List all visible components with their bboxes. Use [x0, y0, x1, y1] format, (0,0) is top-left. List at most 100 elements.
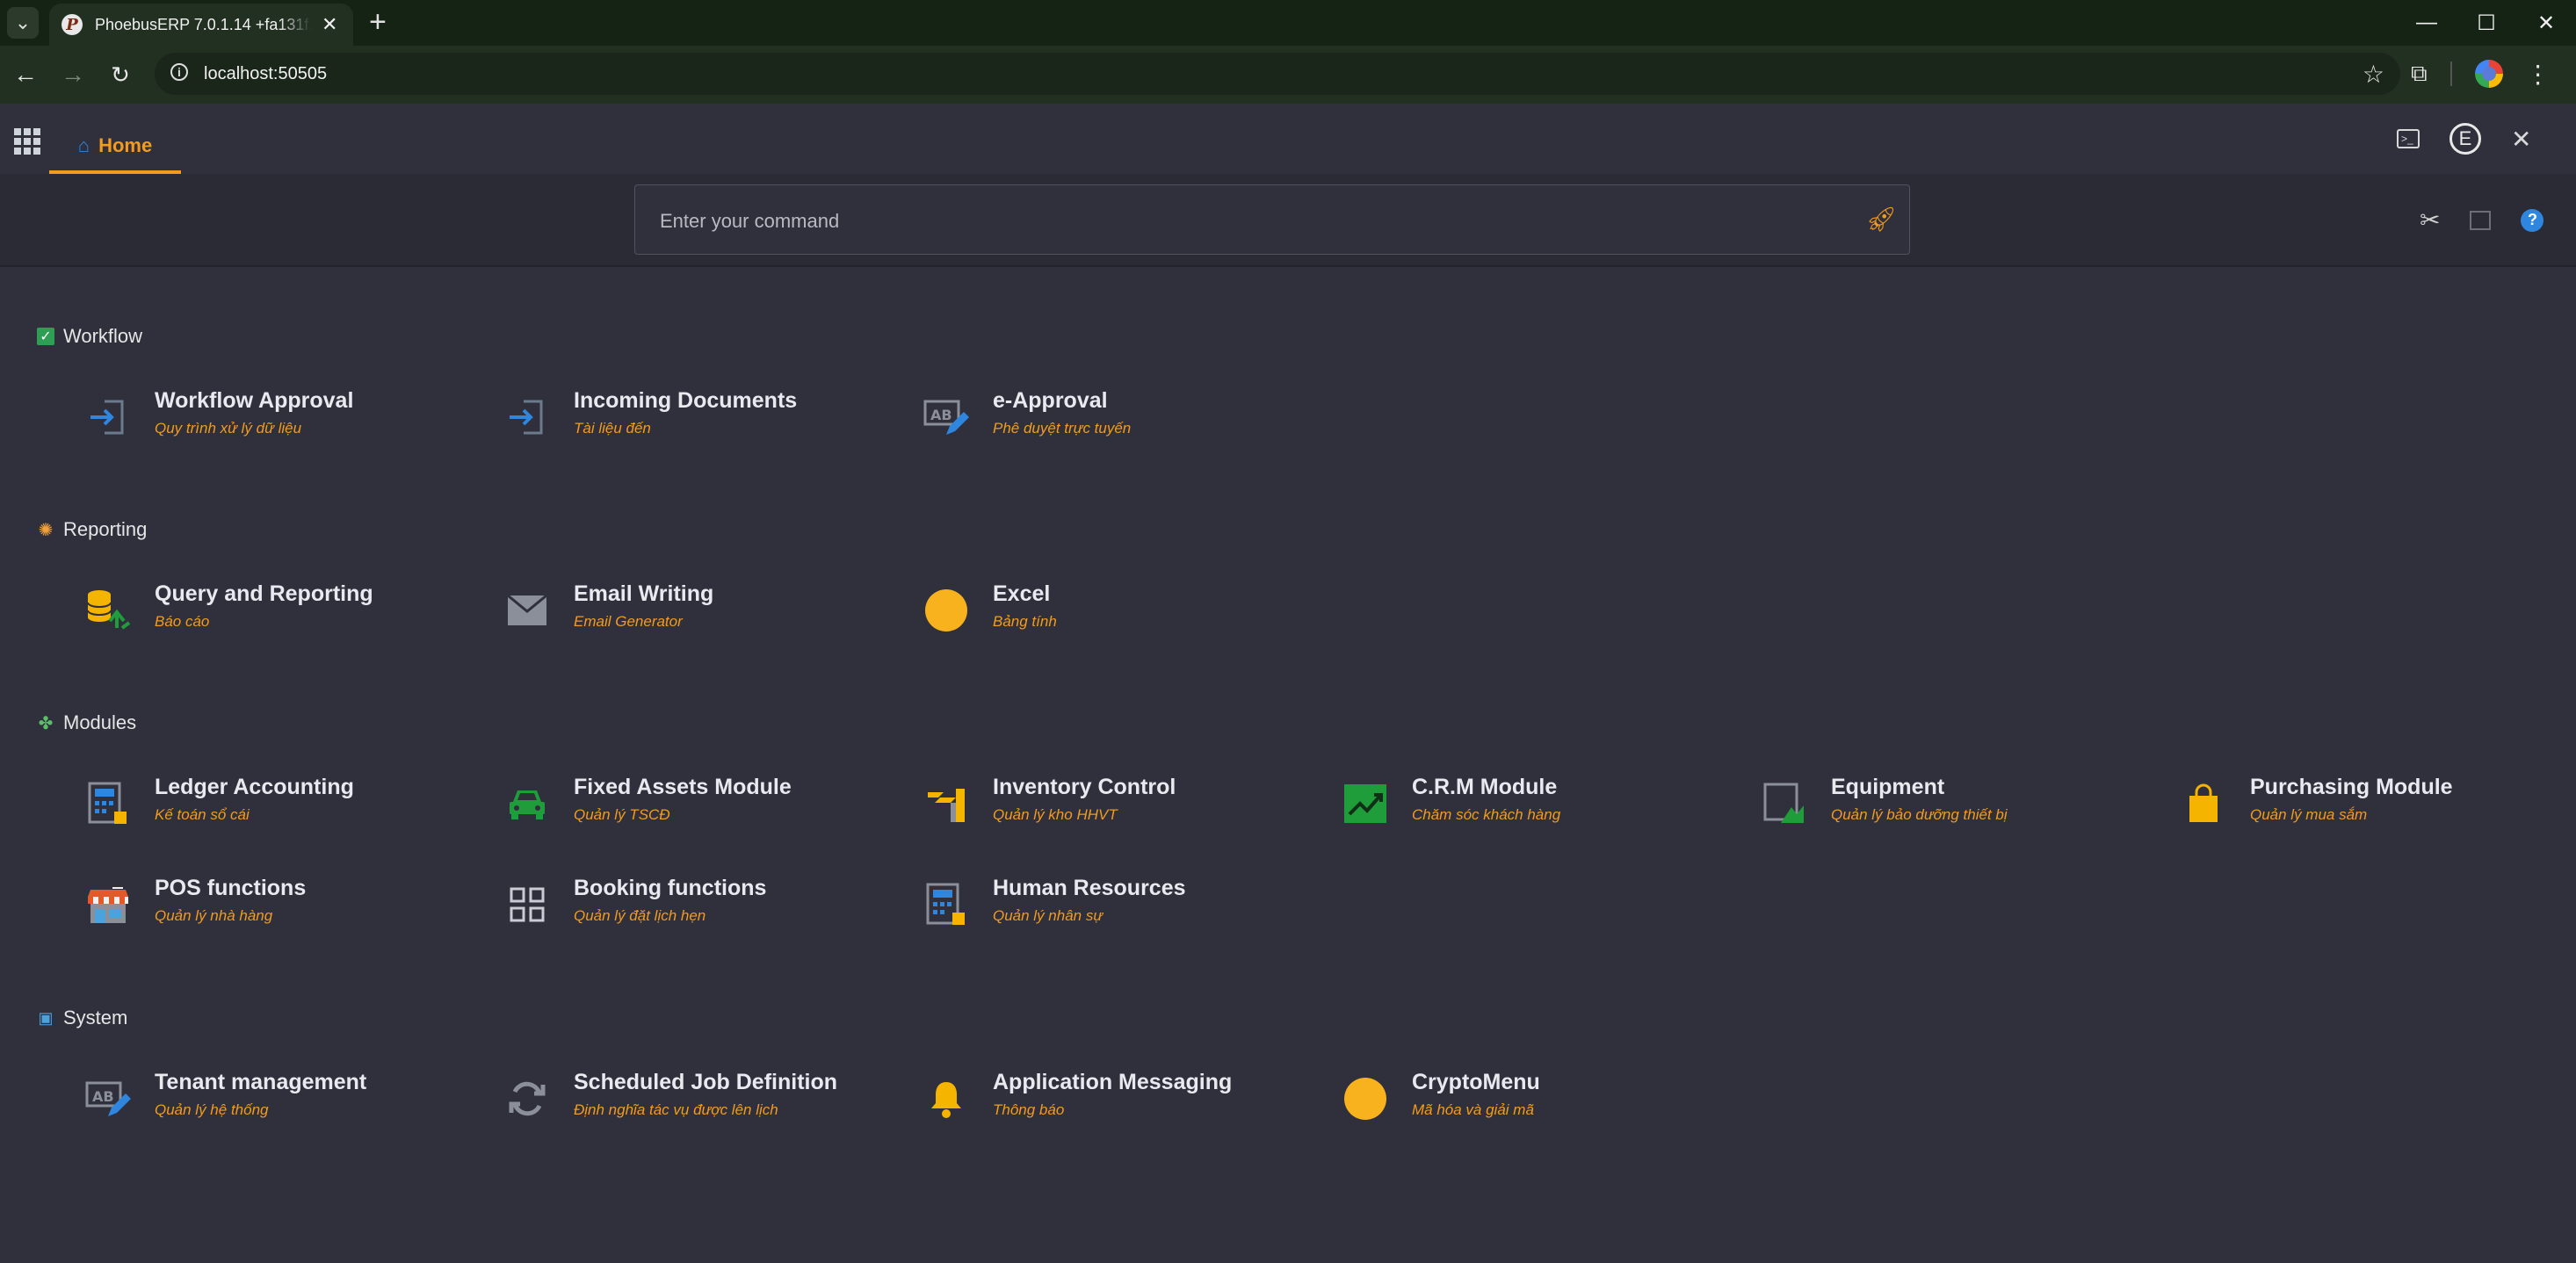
item-name: Human Resources: [993, 876, 1186, 900]
section-reporting: ✺ Reporting: [37, 518, 148, 541]
new-tab-plus-icon[interactable]: +: [369, 5, 387, 40]
menu-item[interactable]: Query and Reporting Báo cáo: [84, 581, 488, 652]
store-icon[interactable]: [2470, 210, 2492, 230]
profile-avatar-icon[interactable]: [2474, 60, 2503, 88]
app-close-icon[interactable]: ✕: [2511, 125, 2531, 154]
item-name: Email Writing: [574, 581, 714, 606]
apps-grid-icon[interactable]: [14, 128, 40, 155]
sun-icon: ✺: [38, 520, 54, 540]
car-icon: [503, 780, 551, 827]
menu-item[interactable]: Workflow Approval Quy trình xử lý dữ liệ…: [84, 388, 488, 458]
menu-item[interactable]: Inventory Control Quản lý kho HHVT: [923, 775, 1327, 845]
ab-edit-icon: AB: [923, 393, 970, 441]
bookmark-star-icon[interactable]: ☆: [2363, 60, 2384, 89]
menu-item[interactable]: AB e-Approval Phê duyệt trực tuyến: [923, 388, 1327, 458]
circle-icon: [923, 587, 970, 634]
menu-item[interactable]: Application Messaging Thông báo: [923, 1070, 1327, 1140]
item-name: Ledger Accounting: [155, 775, 354, 799]
browser-tools: ⧉ ⋮: [2411, 53, 2551, 95]
calculator-icon: [923, 881, 970, 928]
tab-home[interactable]: ⌂ Home: [49, 121, 181, 174]
browser-tab[interactable]: P PhoebusERP 7.0.1.14 +fa131f24 ✕: [49, 4, 353, 46]
section-title: Modules: [63, 711, 137, 733]
section-workflow: ✓ Workflow: [37, 325, 142, 348]
menu-item[interactable]: AB Tenant management Quản lý hệ thống: [84, 1070, 488, 1140]
reload-icon[interactable]: ↻: [102, 56, 139, 93]
menu-item[interactable]: Incoming Documents Tài liệu đến: [503, 388, 908, 458]
refresh-icon: [503, 1075, 551, 1122]
user-avatar[interactable]: E: [2449, 123, 2481, 155]
item-subtitle: Quy trình xử lý dữ liệu: [155, 420, 302, 437]
item-subtitle: Quản lý bảo dưỡng thiết bị: [1831, 806, 2008, 823]
site-info-icon[interactable]: i: [170, 63, 188, 81]
ab-edit-icon: AB: [84, 1075, 132, 1122]
browser-menu-icon[interactable]: ⋮: [2526, 60, 2551, 89]
menu-item[interactable]: C.R.M Module Chăm sóc khách hàng: [1342, 775, 1746, 845]
item-subtitle: Quản lý đặt lịch hẹn: [574, 907, 706, 924]
menu-item[interactable]: Purchasing Module Quản lý mua sắm: [2180, 775, 2576, 845]
menu-item[interactable]: POS functions Quản lý nhà hàng: [84, 876, 488, 946]
address-bar[interactable]: i localhost:50505 ☆: [155, 53, 2400, 95]
extensions-puzzle-icon[interactable]: ⧉: [2411, 60, 2428, 88]
envelope-icon: [503, 587, 551, 634]
menu-item[interactable]: Email Writing Email Generator: [503, 581, 908, 652]
menu-item[interactable]: Excel Bảng tính: [923, 581, 1327, 652]
home-icon: ⌂: [77, 134, 90, 156]
item-subtitle: Email Generator: [574, 613, 683, 630]
window-controls: — ☐ ✕: [2397, 0, 2576, 46]
item-name: Excel: [993, 581, 1051, 606]
menu-item[interactable]: Ledger Accounting Kế toán sổ cái: [84, 775, 488, 845]
item-subtitle: Chăm sóc khách hàng: [1412, 806, 1561, 823]
minimize-icon[interactable]: —: [2397, 0, 2457, 46]
command-input[interactable]: Enter your command 🚀︎: [634, 184, 1910, 255]
item-subtitle: Mã hóa và giải mã: [1412, 1101, 1534, 1118]
browser-tab-title: PhoebusERP 7.0.1.14 +fa131f24: [95, 15, 311, 33]
menu-item[interactable]: Human Resources Quản lý nhân sự: [923, 876, 1327, 946]
item-subtitle: Phê duyệt trực tuyến: [993, 420, 1132, 437]
item-name: e-Approval: [993, 388, 1108, 413]
item-subtitle: Quản lý hệ thống: [155, 1101, 269, 1118]
bell-icon: [923, 1075, 970, 1122]
item-subtitle: Quản lý kho HHVT: [993, 806, 1118, 823]
monitor-icon: ▣: [38, 1008, 54, 1027]
circle-icon: [1342, 1075, 1389, 1122]
shop-icon: [84, 881, 132, 928]
url-text[interactable]: localhost:50505: [204, 64, 327, 84]
item-subtitle: Báo cáo: [155, 613, 210, 630]
sign-in-icon: [84, 393, 132, 441]
browser-tabbar: ⌄ P PhoebusERP 7.0.1.14 +fa131f24 ✕ + — …: [0, 0, 2576, 46]
item-subtitle: Thông báo: [993, 1101, 1065, 1118]
back-arrow-icon[interactable]: ←: [7, 56, 44, 93]
tools-icon[interactable]: ✂: [2420, 206, 2440, 235]
forward-arrow-icon[interactable]: →: [54, 56, 91, 93]
menu-item[interactable]: Fixed Assets Module Quản lý TSCĐ: [503, 775, 908, 845]
item-subtitle: Quản lý TSCĐ: [574, 806, 670, 823]
item-name: C.R.M Module: [1412, 775, 1558, 799]
section-title: Reporting: [63, 518, 148, 540]
grid-icon: [503, 881, 551, 928]
item-subtitle: Bảng tính: [993, 613, 1057, 630]
item-subtitle: Tài liệu đến: [574, 420, 651, 437]
close-tab-icon[interactable]: ✕: [322, 13, 337, 36]
menu-item[interactable]: Booking functions Quản lý đặt lịch hẹn: [503, 876, 908, 946]
maximize-icon[interactable]: ☐: [2457, 0, 2516, 46]
item-subtitle: Kế toán sổ cái: [155, 806, 250, 823]
database-sync-icon: [84, 587, 132, 634]
item-name: Booking functions: [574, 876, 767, 900]
tab-search-chevron-icon[interactable]: ⌄: [7, 7, 39, 39]
item-name: Purchasing Module: [2250, 775, 2453, 799]
menu-item[interactable]: CryptoMenu Mã hóa và giải mã: [1342, 1070, 1746, 1140]
menu-item[interactable]: Equipment Quản lý bảo dưỡng thiết bị: [1761, 775, 2165, 845]
item-subtitle: Quản lý nhà hàng: [155, 907, 273, 924]
menu-item[interactable]: Scheduled Job Definition Định nghĩa tác …: [503, 1070, 908, 1140]
section-system: ▣ System: [37, 1007, 127, 1029]
sign-in-icon: [503, 393, 551, 441]
item-name: Fixed Assets Module: [574, 775, 792, 799]
item-subtitle: Quản lý mua sắm: [2250, 806, 2368, 823]
help-icon[interactable]: ?: [2521, 208, 2544, 232]
item-name: Workflow Approval: [155, 388, 354, 413]
app-header-actions: >_ E ✕: [2397, 123, 2531, 155]
rocket-icon[interactable]: 🚀︎: [1865, 205, 1897, 234]
terminal-icon[interactable]: >_: [2397, 129, 2420, 148]
window-close-icon[interactable]: ✕: [2516, 0, 2576, 46]
